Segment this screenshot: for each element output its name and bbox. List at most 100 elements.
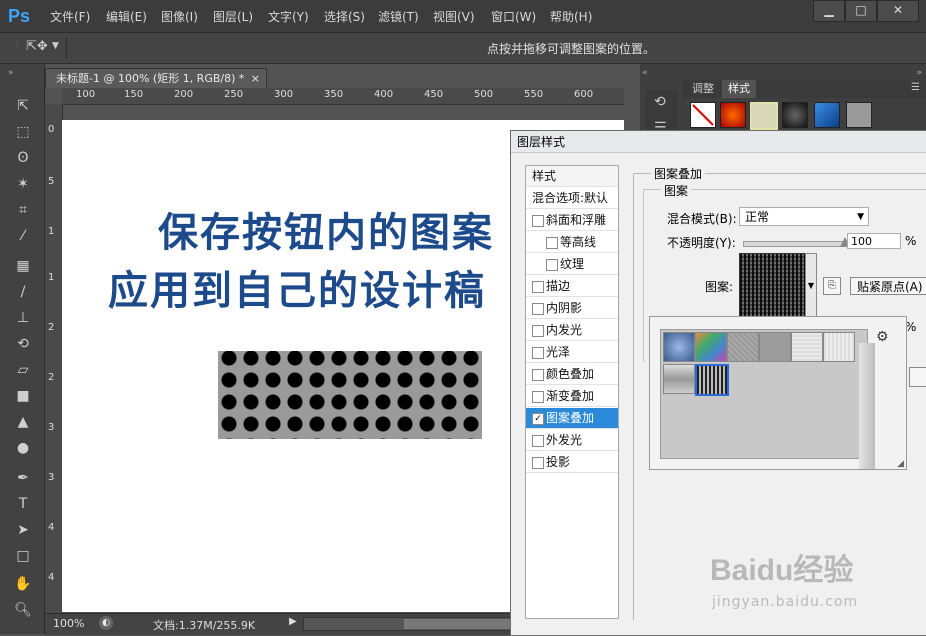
collapse-icon[interactable]: « [642, 68, 648, 78]
menu-filter[interactable]: 滤镜(T) [378, 8, 419, 25]
style-swatch-none[interactable] [690, 102, 716, 128]
checkbox[interactable] [532, 215, 544, 227]
checkbox[interactable] [532, 457, 544, 469]
dodge-tool-icon[interactable]: ● [12, 438, 34, 458]
close-tab-icon[interactable]: × [251, 69, 260, 88]
checkbox[interactable] [546, 259, 558, 271]
pattern-swatch-color[interactable] [695, 332, 727, 362]
checkbox[interactable] [532, 281, 544, 293]
style-list-item[interactable]: 颜色叠加 [526, 364, 618, 385]
move-tool-icon[interactable]: ⇱ [12, 96, 34, 116]
pattern-swatch-metal[interactable] [663, 364, 695, 394]
opacity-slider[interactable] [743, 237, 850, 247]
brush-tool-icon[interactable]: ∕ [12, 282, 34, 302]
maximize-button[interactable]: □ [845, 0, 877, 22]
style-list-item[interactable]: 描边 [526, 276, 618, 297]
style-swatch-blue[interactable] [814, 102, 840, 128]
hand-tool-icon[interactable]: ✋ [12, 574, 34, 594]
gradient-tool-icon[interactable]: ■ [12, 386, 34, 406]
gear-icon[interactable]: ⚙ [876, 329, 889, 345]
eyedropper-tool-icon[interactable]: ⁄ [12, 226, 34, 246]
checkbox[interactable] [532, 391, 544, 403]
pattern-swatch-gray-2[interactable] [759, 332, 791, 362]
pattern-preview[interactable] [739, 253, 807, 319]
zoom-tool-icon[interactable]: 🔍︎ [12, 600, 34, 620]
blend-mode-select[interactable]: 正常 ▼ [739, 207, 869, 226]
menu-help[interactable]: 帮助(H) [550, 8, 592, 25]
expand-icon[interactable]: » [916, 68, 922, 78]
menu-layer[interactable]: 图层(L) [213, 8, 253, 25]
style-list-item[interactable]: 内发光 [526, 320, 618, 341]
style-swatch-gray[interactable] [846, 102, 872, 128]
style-list-item[interactable]: 渐变叠加 [526, 386, 618, 407]
menu-type[interactable]: 文字(Y) [268, 8, 309, 25]
snap-to-origin-button[interactable]: 贴紧原点(A) [850, 277, 926, 295]
shape-tool-icon[interactable]: □ [12, 546, 34, 566]
scrollbar-thumb[interactable] [404, 619, 524, 629]
opacity-input[interactable]: 100 [847, 233, 901, 249]
style-list-item[interactable]: 内阴影 [526, 298, 618, 319]
marquee-tool-icon[interactable]: ⬚ [12, 122, 34, 142]
menu-select[interactable]: 选择(S) [324, 8, 365, 25]
style-list-item[interactable]: 投影 [526, 452, 618, 473]
style-list-item[interactable]: 等高线 [526, 232, 618, 253]
history-brush-tool-icon[interactable]: ⟲ [12, 334, 34, 354]
checkbox[interactable] [532, 303, 544, 315]
style-swatch-beige[interactable] [750, 102, 778, 130]
style-swatch-red[interactable] [720, 102, 746, 128]
collapse-icon[interactable]: » [8, 68, 14, 78]
zoom-level[interactable]: 100% [53, 617, 84, 630]
menu-edit[interactable]: 编辑(E) [106, 8, 147, 25]
style-list-item[interactable]: 纹理 [526, 254, 618, 275]
menu-image[interactable]: 图像(I) [161, 8, 198, 25]
eraser-tool-icon[interactable]: ▱ [12, 360, 34, 380]
checkbox[interactable] [532, 369, 544, 381]
checkbox[interactable] [532, 435, 544, 447]
move-tool-icon[interactable]: ⇱✥ [26, 39, 48, 54]
picker-scrollbar[interactable] [859, 343, 875, 469]
style-list-item[interactable]: 光泽 [526, 342, 618, 363]
menu-view[interactable]: 视图(V) [433, 8, 475, 25]
style-swatch-dark[interactable] [782, 102, 808, 128]
default-button-edge[interactable] [909, 367, 926, 387]
tool-preset-dropdown-icon[interactable]: ▼ [52, 41, 59, 51]
pattern-swatch-light-2[interactable] [823, 332, 855, 362]
type-tool-icon[interactable]: T [12, 494, 34, 514]
pattern-swatch-bubbles[interactable] [663, 332, 695, 362]
tab-adjustments[interactable]: 调整 [686, 80, 720, 98]
new-preset-icon[interactable]: ⎘ [823, 277, 841, 295]
history-icon[interactable]: ⟲ [654, 94, 666, 110]
panel-menu-icon[interactable]: ☰ [911, 82, 920, 93]
style-list-header[interactable]: 样式 [526, 166, 618, 187]
style-list-item[interactable]: 斜面和浮雕 [526, 210, 618, 231]
crop-tool-icon[interactable]: ⌗ [12, 200, 34, 220]
style-list-item[interactable]: 外发光 [526, 430, 618, 451]
style-list-item[interactable]: 混合选项:默认 [526, 188, 618, 209]
document-tab[interactable]: 未标题-1 @ 100% (矩形 1, RGB/8) * × [45, 68, 267, 88]
minimize-button[interactable]: ▁ [813, 0, 845, 22]
pen-tool-icon[interactable]: ✒ [12, 468, 34, 488]
checkbox[interactable] [532, 347, 544, 359]
pattern-rectangle-layer[interactable] [218, 351, 482, 439]
blur-tool-icon[interactable]: ▲ [12, 412, 34, 432]
style-list-item[interactable]: ✓ 图案叠加 [526, 408, 618, 429]
stamp-tool-icon[interactable]: ⊥ [12, 308, 34, 328]
path-selection-tool-icon[interactable]: ➤ [12, 520, 34, 540]
checkbox[interactable]: ✓ [532, 413, 544, 425]
pattern-swatch-light-1[interactable] [791, 332, 823, 362]
tab-styles[interactable]: 样式 [722, 80, 756, 98]
checkbox[interactable] [532, 325, 544, 337]
resize-grip-icon[interactable]: ◢ [897, 459, 904, 469]
status-arrow-icon[interactable]: ▶ [289, 616, 297, 627]
status-options-icon[interactable]: ◐ [99, 616, 113, 630]
pattern-swatch-selected[interactable] [695, 364, 729, 396]
magic-wand-tool-icon[interactable]: ✶ [12, 174, 34, 194]
healing-brush-tool-icon[interactable]: ▦ [12, 256, 34, 276]
lasso-tool-icon[interactable]: ʘ [12, 148, 34, 168]
checkbox[interactable] [546, 237, 558, 249]
dialog-title[interactable]: 图层样式 [511, 131, 926, 153]
close-button[interactable]: ✕ [877, 0, 919, 22]
pattern-swatch-gray-1[interactable] [727, 332, 759, 362]
menu-file[interactable]: 文件(F) [50, 8, 90, 25]
pattern-dropdown-arrow-icon[interactable]: ▼ [805, 253, 817, 319]
